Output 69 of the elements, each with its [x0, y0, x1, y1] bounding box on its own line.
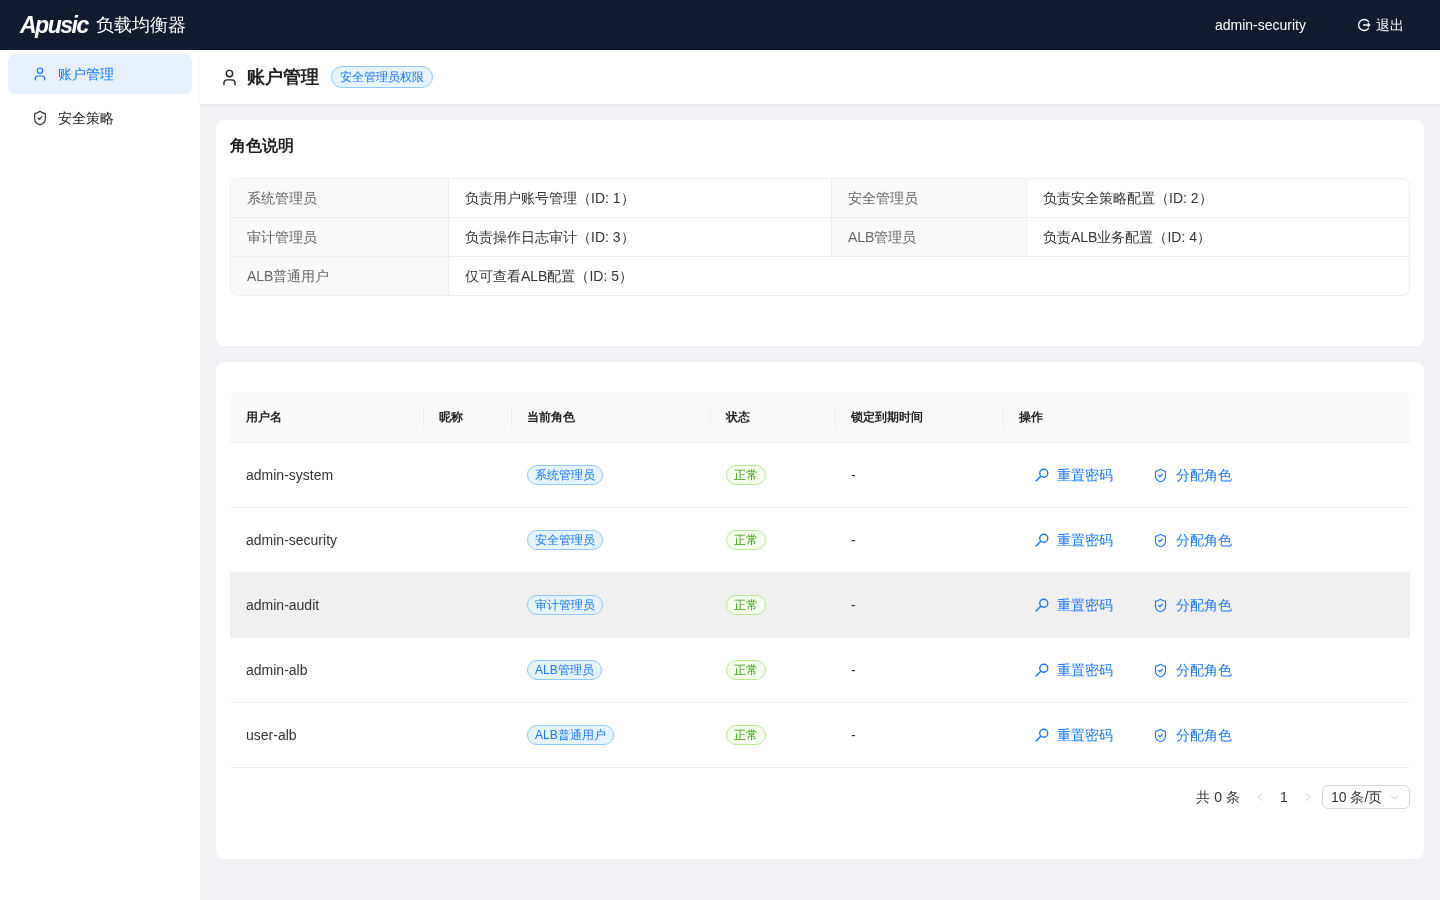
username-cell-text: user-alb [246, 725, 297, 745]
status-tag: 正常 [726, 725, 766, 745]
user-name: admin-security [1214, 15, 1306, 35]
column-header: 昵称 [439, 409, 463, 426]
action-link[interactable]: 分配角色 [1137, 524, 1248, 556]
page-number[interactable]: 1 [1272, 785, 1296, 809]
action-link[interactable]: 重置密码 [1019, 524, 1129, 556]
magnifier-icon [1035, 468, 1049, 482]
lock-time-cell-text: - [851, 660, 856, 680]
action-link[interactable]: 重置密码 [1019, 589, 1129, 621]
lock-time-cell-text: - [851, 595, 856, 615]
shield-check-icon [1153, 532, 1168, 548]
user-icon [32, 66, 48, 82]
username-cell-text: admin-alb [246, 660, 308, 680]
magnifier-icon [1035, 598, 1049, 612]
permission-tag: 安全管理员权限 [331, 66, 433, 88]
action-link[interactable]: 重置密码 [1019, 719, 1129, 751]
user-icon [220, 67, 239, 87]
logout-icon [1357, 18, 1371, 32]
role-name-cell: ALB普通用户 [231, 257, 449, 295]
action-link[interactable]: 重置密码 [1019, 654, 1129, 686]
role-name-cell: ALB管理员 [832, 218, 1027, 256]
magnifier-icon [1035, 728, 1049, 742]
magnifier-icon [1035, 663, 1049, 677]
shield-check-icon [1153, 662, 1168, 678]
column-header: 锁定到期时间 [851, 409, 923, 426]
page-title: 账户管理 [247, 65, 319, 89]
action-link[interactable]: 分配角色 [1137, 459, 1248, 491]
role-name-cell: 审计管理员 [231, 218, 449, 256]
lock-time-cell-text: - [851, 530, 856, 550]
lock-time-cell-text: - [851, 465, 856, 485]
lock-time-cell-text: - [851, 725, 856, 745]
action-link[interactable]: 分配角色 [1137, 719, 1248, 751]
shield-check-icon [1153, 727, 1168, 743]
status-tag: 正常 [726, 595, 766, 615]
status-tag: 正常 [726, 530, 766, 550]
role-tag: ALB管理员 [527, 660, 602, 680]
logout-button[interactable]: 退出 [1345, 9, 1416, 41]
logo: Apusic [20, 13, 88, 37]
column-header: 操作 [1019, 409, 1043, 426]
shield-check-icon [1153, 597, 1168, 613]
column-header: 状态 [726, 409, 750, 426]
role-tag: 审计管理员 [527, 595, 603, 615]
status-tag: 正常 [726, 465, 766, 485]
card-title: 角色说明 [230, 136, 295, 156]
role-tag: 安全管理员 [527, 530, 603, 550]
username-cell-text: admin-security [246, 530, 338, 550]
status-tag: 正常 [726, 660, 766, 680]
username-cell-text: admin-system [246, 465, 334, 485]
sidebar-item[interactable]: 账户管理 [8, 54, 192, 94]
role-description-cell-text: 负责安全策略配置（ID: 2） [1042, 188, 1214, 208]
product-name: 负载均衡器 [95, 16, 186, 34]
shield-check-icon [1153, 467, 1168, 483]
magnifier-icon [1035, 533, 1049, 547]
role-description-cell-text: 负责ALB业务配置（ID: 4） [1042, 227, 1213, 247]
shield-check-icon [32, 110, 48, 126]
column-header: 当前角色 [527, 409, 575, 426]
action-link[interactable]: 分配角色 [1137, 654, 1248, 686]
username-cell-text: admin-audit [246, 595, 320, 615]
total-count: 共 0 条 [1196, 787, 1240, 807]
action-link[interactable]: 重置密码 [1019, 459, 1129, 491]
page-size-select[interactable]: 10 条/页 [1322, 785, 1410, 809]
action-link[interactable]: 分配角色 [1137, 589, 1248, 621]
role-name-cell: 安全管理员 [832, 179, 1027, 217]
role-description-cell-text: 仅可查看ALB配置（ID: 5） [464, 266, 635, 286]
role-name-cell: 系统管理员 [231, 179, 449, 217]
column-header: 用户名 [246, 409, 282, 426]
role-tag: ALB普通用户 [527, 725, 614, 745]
role-tag: 系统管理员 [527, 465, 603, 485]
